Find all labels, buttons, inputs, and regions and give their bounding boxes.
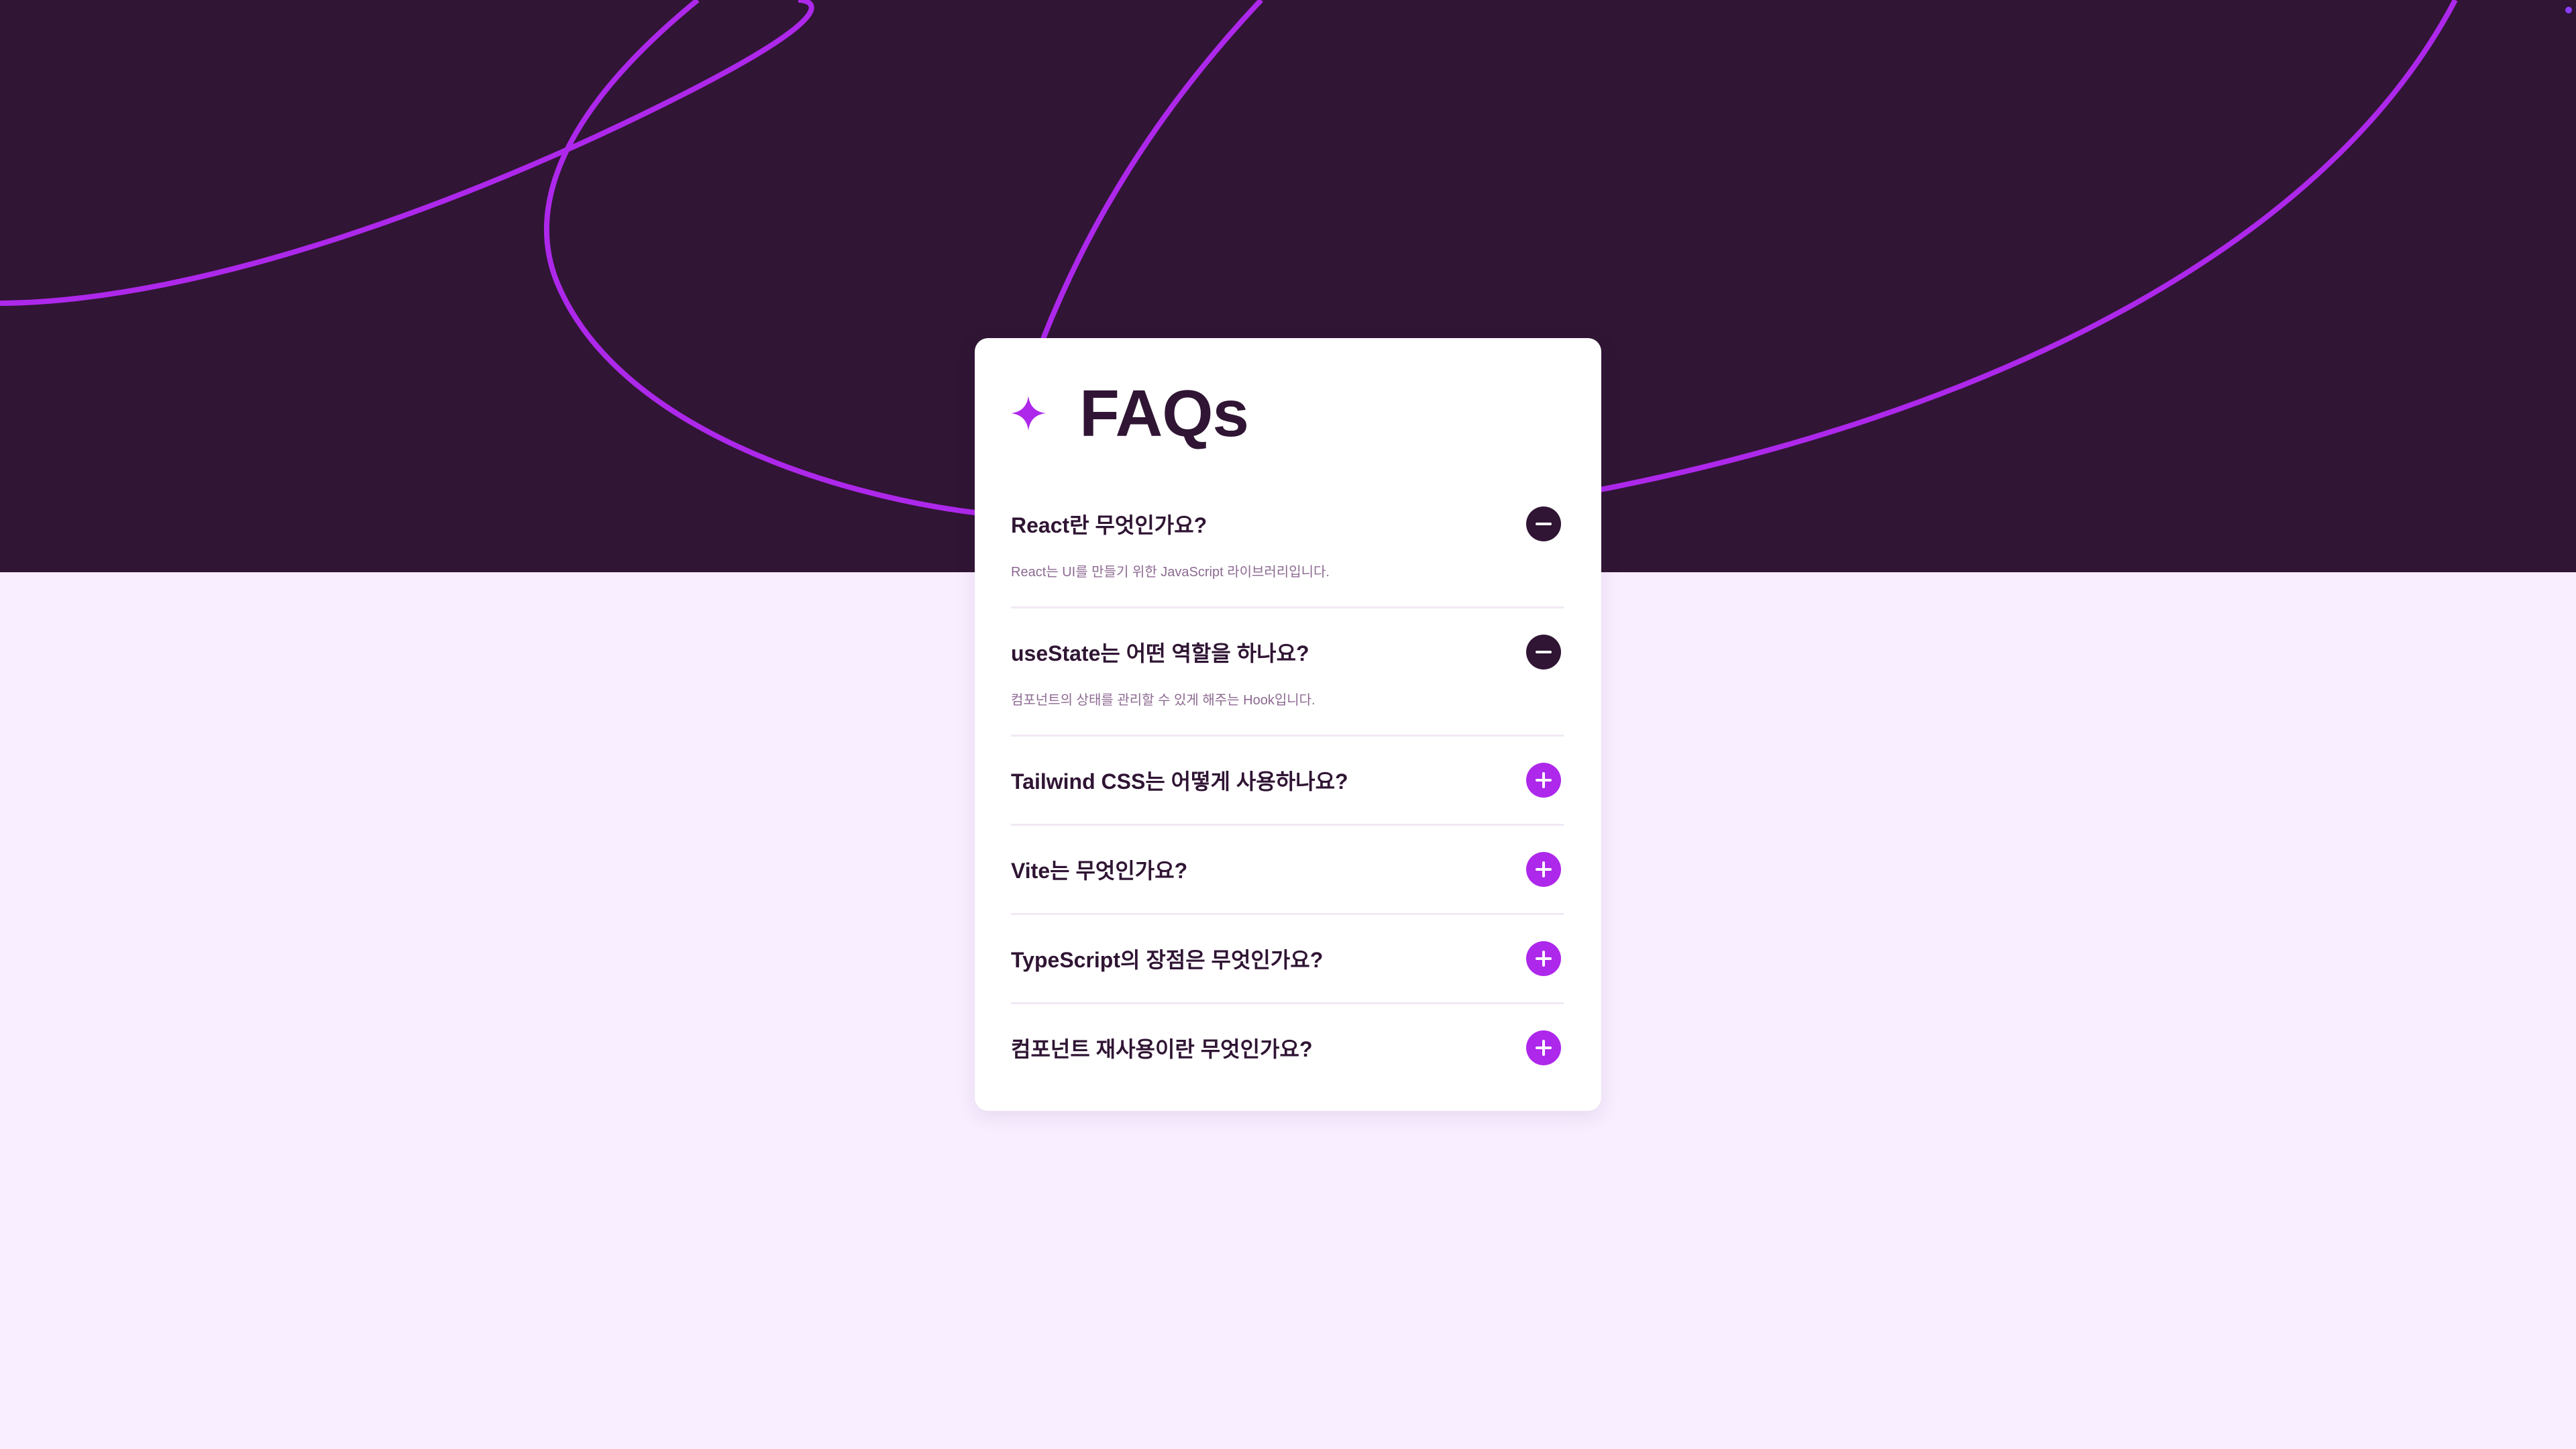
- faq-answer: 컴포넌트의 상태를 관리할 수 있게 해주는 Hook입니다.: [1011, 693, 1316, 708]
- corner-dot: [2565, 7, 2572, 13]
- faq-question-button[interactable]: Tailwind CSS는 어떻게 사용하나요?: [1011, 737, 1564, 824]
- page: FAQs React란 무엇인가요? React는 UI를 만들기 위한 Jav…: [0, 0, 2576, 1449]
- page-title: FAQs: [1079, 376, 1249, 450]
- minus-icon[interactable]: [1526, 506, 1561, 541]
- faq-card: FAQs React란 무엇인가요? React는 UI를 만들기 위한 Jav…: [975, 338, 1601, 1111]
- faq-question: 컴포넌트 재사용이란 무엇인가요?: [1011, 1037, 1313, 1061]
- faq-item: 컴포넌트 재사용이란 무엇인가요?: [1011, 1004, 1564, 1091]
- faq-question-button[interactable]: 컴포넌트 재사용이란 무엇인가요?: [1011, 1004, 1564, 1091]
- minus-icon[interactable]: [1526, 635, 1561, 669]
- faq-item: useState는 어떤 역할을 하나요? 컴포넌트의 상태를 관리할 수 있게…: [1011, 608, 1564, 737]
- card-header: FAQs: [1011, 380, 1564, 447]
- plus-icon[interactable]: [1526, 763, 1561, 798]
- faq-question-button[interactable]: Vite는 무엇인가요?: [1011, 826, 1564, 913]
- faq-question: Tailwind CSS는 어떻게 사용하나요?: [1011, 769, 1348, 794]
- faq-question: Vite는 무엇인가요?: [1011, 859, 1188, 883]
- faq-item: TypeScript의 장점은 무엇인가요?: [1011, 915, 1564, 1004]
- faq-answer: React는 UI를 만들기 위한 JavaScript 라이브러리입니다.: [1011, 565, 1330, 580]
- faq-question-button[interactable]: React란 무엇인가요?: [1011, 480, 1564, 568]
- plus-icon[interactable]: [1526, 941, 1561, 976]
- faq-list: React란 무엇인가요? React는 UI를 만들기 위한 JavaScri…: [1011, 480, 1564, 1091]
- faq-item: React란 무엇인가요? React는 UI를 만들기 위한 JavaScri…: [1011, 480, 1564, 608]
- faq-question: useState는 어떤 역할을 하나요?: [1011, 641, 1309, 665]
- faq-item: Vite는 무엇인가요?: [1011, 826, 1564, 915]
- faq-question-button[interactable]: useState는 어떤 역할을 하나요?: [1011, 608, 1564, 696]
- plus-icon[interactable]: [1526, 852, 1561, 887]
- faq-question: TypeScript의 장점은 무엇인가요?: [1011, 948, 1324, 972]
- faq-item: Tailwind CSS는 어떻게 사용하나요?: [1011, 737, 1564, 826]
- sparkle-star-icon: [1011, 396, 1046, 431]
- faq-question: React란 무엇인가요?: [1011, 513, 1208, 537]
- plus-icon[interactable]: [1526, 1030, 1561, 1065]
- faq-question-button[interactable]: TypeScript의 장점은 무엇인가요?: [1011, 915, 1564, 1002]
